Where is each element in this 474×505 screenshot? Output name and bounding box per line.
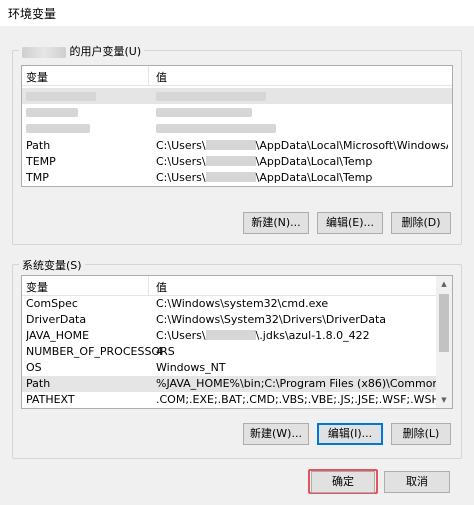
row-name: ComSpec xyxy=(26,297,78,310)
table-row[interactable]: TEMP C:\Users\ \AppData\Local\Temp xyxy=(22,154,452,170)
row-name: PATHEXT xyxy=(26,393,75,406)
cancel-button[interactable]: 取消 xyxy=(384,471,450,493)
user-vars-group: 的用户变量(U) 变量 值 Path C:\Users\ \AppData\Loc… xyxy=(12,43,462,245)
user-vars-list[interactable]: 变量 值 Path C:\Users\ \AppData\Local\Micros… xyxy=(21,65,453,187)
row-value: C:\Users\ \AppData\Local\Temp xyxy=(156,155,373,168)
user-new-button[interactable]: 新建(N)... xyxy=(243,212,309,234)
row-name: TMP xyxy=(26,171,49,184)
user-vars-legend-text: 的用户变量(U) xyxy=(69,45,142,58)
row-name: NUMBER_OF_PROCESSORS xyxy=(26,345,175,358)
user-col-name[interactable]: 变量 xyxy=(26,69,48,85)
system-vars-legend: 系统变量(S) xyxy=(19,257,85,273)
user-vars-header: 变量 值 xyxy=(22,66,452,86)
table-row[interactable] xyxy=(22,120,452,136)
scroll-down-icon[interactable]: ▼ xyxy=(436,392,452,408)
table-row[interactable]: TMP C:\Users\ \AppData\Local\Temp xyxy=(22,170,452,186)
table-row[interactable]: DriverData C:\Windows\System32\Drivers\D… xyxy=(22,312,438,328)
table-row[interactable]: OS Windows_NT xyxy=(22,360,438,376)
table-row[interactable]: PATHEXT .COM;.EXE;.BAT;.CMD;.VBS;.VBE;.J… xyxy=(22,392,438,408)
table-row[interactable] xyxy=(22,88,452,104)
user-delete-button[interactable]: 删除(D) xyxy=(391,212,451,234)
ok-button[interactable]: 确定 xyxy=(311,471,375,493)
scroll-up-icon[interactable]: ▲ xyxy=(436,276,452,292)
system-vars-list[interactable]: 变量 值 ComSpec C:\Windows\system32\cmd.exe… xyxy=(21,275,453,409)
system-vars-header: 变量 值 xyxy=(22,276,452,296)
table-row[interactable]: ComSpec C:\Windows\system32\cmd.exe xyxy=(22,296,438,312)
row-name: DriverData xyxy=(26,313,87,326)
table-row[interactable]: JAVA_HOME C:\Users\ \.jdks\azul-1.8.0_422 xyxy=(22,328,438,344)
system-col-name[interactable]: 变量 xyxy=(26,279,48,295)
system-col-value[interactable]: 值 xyxy=(156,279,167,295)
row-value: C:\Users\ \.jdks\azul-1.8.0_422 xyxy=(156,329,370,342)
row-name: Path xyxy=(26,139,51,152)
row-value: C:\Users\ \AppData\Local\Microsoft\Window… xyxy=(156,139,448,152)
username-redacted xyxy=(22,46,66,58)
system-edit-button[interactable]: 编辑(I)... xyxy=(317,423,383,445)
scroll-thumb[interactable] xyxy=(439,294,449,352)
system-col-separator[interactable] xyxy=(148,276,149,296)
system-new-button[interactable]: 新建(W)... xyxy=(243,423,309,445)
row-value: %JAVA_HOME%\bin;C:\Program Files (x86)\C… xyxy=(156,377,436,390)
window-title: 环境变量 xyxy=(8,7,57,21)
table-row[interactable]: NUMBER_OF_PROCESSORS 4 xyxy=(22,344,438,360)
user-edit-button[interactable]: 编辑(E)... xyxy=(317,212,383,234)
row-value: C:\Users\ \AppData\Local\Temp xyxy=(156,171,373,184)
user-col-value[interactable]: 值 xyxy=(156,69,167,85)
title-bar: 环境变量 xyxy=(0,0,474,26)
row-value: Windows_NT xyxy=(156,361,226,374)
vertical-scrollbar[interactable]: ▲ ▼ xyxy=(436,276,452,408)
system-vars-group: 系统变量(S) 变量 值 ComSpec C:\Windows\system32… xyxy=(12,257,462,459)
row-value: 4 xyxy=(156,345,163,358)
user-vars-legend: 的用户变量(U) xyxy=(19,43,145,59)
row-name: TEMP xyxy=(26,155,56,168)
row-name: Path xyxy=(26,377,51,390)
row-value: .COM;.EXE;.BAT;.CMD;.VBS;.VBE;.JS;.JSE;.… xyxy=(156,393,436,406)
table-row[interactable]: Path %JAVA_HOME%\bin;C:\Program Files (x… xyxy=(22,376,438,392)
row-value: C:\Windows\system32\cmd.exe xyxy=(156,297,329,310)
table-row[interactable] xyxy=(22,104,452,120)
row-name: JAVA_HOME xyxy=(26,329,90,342)
system-delete-button[interactable]: 删除(L) xyxy=(391,423,451,445)
table-row[interactable]: Path C:\Users\ \AppData\Local\Microsoft\W… xyxy=(22,138,452,154)
user-col-separator[interactable] xyxy=(148,66,149,86)
row-name: OS xyxy=(26,361,42,374)
row-value: C:\Windows\System32\Drivers\DriverData xyxy=(156,313,387,326)
